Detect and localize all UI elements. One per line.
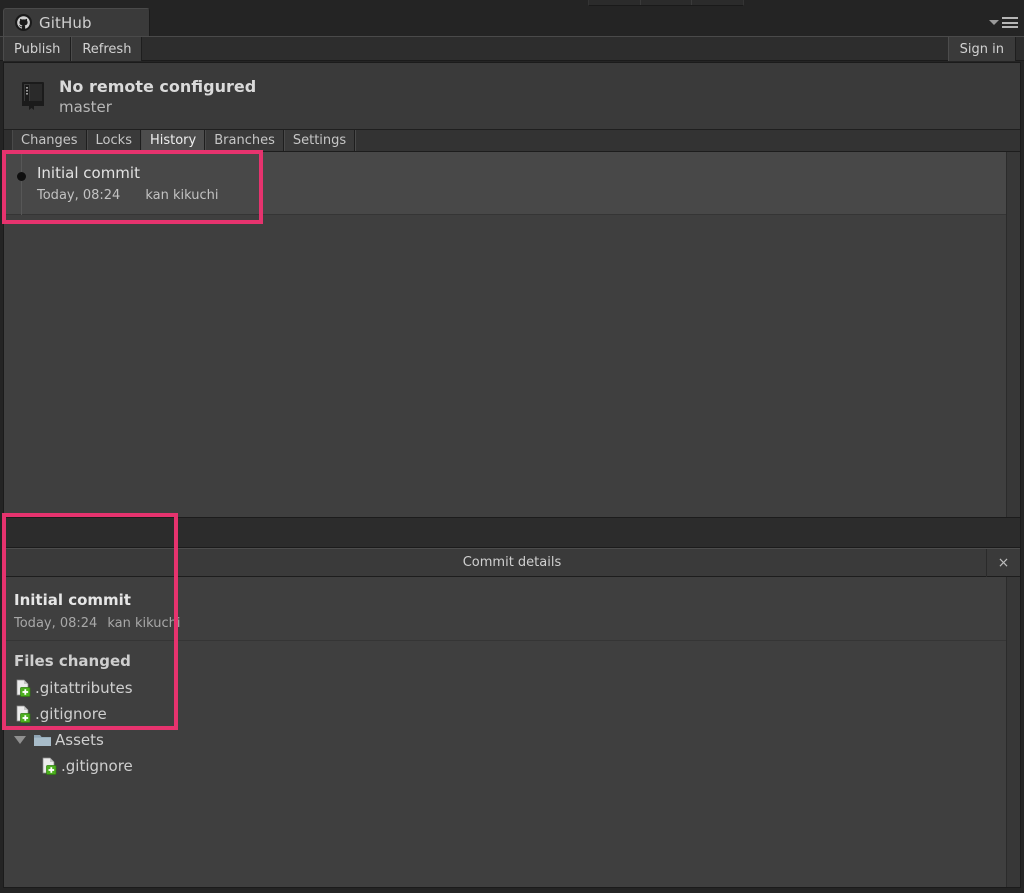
window-body: No remote configured master Changes Lock… bbox=[3, 62, 1021, 888]
commit-details-body: Initial commit Today, 08:24 kan kikuchi … bbox=[4, 577, 1020, 887]
repository-header: No remote configured master bbox=[4, 63, 1020, 130]
tab-locks[interactable]: Locks bbox=[86, 130, 141, 151]
history-commit-list[interactable]: Initial commit Today, 08:24 kan kikuchi bbox=[4, 152, 1020, 517]
title-bar: GitHub bbox=[0, 8, 1024, 36]
commit-graph-dot bbox=[17, 172, 26, 181]
clipped-toolbar-stub bbox=[588, 0, 744, 6]
commit-details-meta: Initial commit Today, 08:24 kan kikuchi bbox=[4, 577, 1020, 641]
file-added-icon bbox=[16, 705, 31, 723]
file-list-item[interactable]: .gitattributes bbox=[14, 675, 1020, 701]
folder-list-item[interactable]: Assets bbox=[14, 727, 1020, 753]
clipped-toolbar-cell bbox=[589, 0, 641, 5]
refresh-button[interactable]: Refresh bbox=[71, 37, 143, 61]
clipped-toolbar-cell bbox=[641, 0, 693, 5]
tab-history[interactable]: History bbox=[140, 130, 206, 151]
commit-list-item[interactable]: Initial commit Today, 08:24 kan kikuchi bbox=[4, 152, 1020, 215]
history-empty-area bbox=[4, 215, 1020, 515]
action-bar-spacer bbox=[142, 37, 947, 60]
commit-details-title: Commit details bbox=[462, 555, 562, 570]
commit-summary: Initial commit bbox=[37, 164, 140, 182]
file-name: .gitattributes bbox=[35, 679, 133, 697]
details-commit-date: Today, 08:24 bbox=[14, 616, 98, 631]
publish-button[interactable]: Publish bbox=[3, 37, 72, 61]
current-branch-label: master bbox=[59, 97, 112, 116]
files-changed-title: Files changed bbox=[14, 652, 131, 670]
commit-graph-line bbox=[21, 152, 22, 215]
tab-strip-filler bbox=[355, 130, 1020, 151]
github-mark-icon bbox=[15, 14, 32, 31]
action-bar: Publish Refresh Sign in bbox=[0, 36, 1024, 61]
commit-meta: Today, 08:24 kan kikuchi bbox=[37, 188, 218, 203]
commit-date: Today, 08:24 bbox=[37, 188, 121, 203]
chevron-expanded-icon[interactable] bbox=[14, 736, 26, 744]
details-commit-summary: Initial commit bbox=[14, 591, 131, 609]
files-changed-section: Files changed .gitattributes .gitignore … bbox=[4, 641, 1020, 779]
github-desktop-window: GitHub Publish Refresh Sign in No remote… bbox=[0, 0, 1024, 893]
file-name: .gitignore bbox=[35, 705, 107, 723]
window-controls bbox=[989, 17, 1018, 28]
commit-author: kan kikuchi bbox=[145, 188, 219, 203]
folder-name: Assets bbox=[55, 731, 104, 749]
file-list-item[interactable]: .gitignore bbox=[14, 753, 1020, 779]
clipped-toolbar-cell bbox=[692, 0, 743, 5]
tab-changes[interactable]: Changes bbox=[12, 130, 87, 151]
commit-details-scrollbar[interactable] bbox=[1006, 577, 1020, 887]
file-name: .gitignore bbox=[61, 757, 133, 775]
app-tab-github[interactable]: GitHub bbox=[3, 8, 150, 36]
repository-title: No remote configured bbox=[59, 76, 257, 96]
panel-splitter[interactable] bbox=[4, 517, 1020, 548]
details-commit-author: kan kikuchi bbox=[107, 616, 181, 631]
folder-icon bbox=[34, 735, 51, 746]
details-commit-meta-line: Today, 08:24 kan kikuchi bbox=[14, 616, 1020, 631]
tab-branches[interactable]: Branches bbox=[205, 130, 284, 151]
tab-settings[interactable]: Settings bbox=[283, 130, 356, 151]
tab-strip: Changes Locks History Branches Settings bbox=[4, 130, 1020, 152]
sign-in-button[interactable]: Sign in bbox=[947, 37, 1016, 61]
commit-details-header: Commit details × bbox=[4, 548, 1020, 577]
close-icon[interactable]: × bbox=[986, 549, 1020, 577]
repository-book-icon bbox=[22, 82, 44, 110]
file-list-item[interactable]: .gitignore bbox=[14, 701, 1020, 727]
chevron-down-icon[interactable] bbox=[989, 20, 999, 25]
file-added-icon bbox=[42, 757, 57, 775]
repository-text: No remote configured master bbox=[59, 77, 256, 116]
file-added-icon bbox=[16, 679, 31, 697]
hamburger-menu-icon[interactable] bbox=[1002, 17, 1018, 28]
app-tab-label: GitHub bbox=[39, 13, 92, 32]
history-scrollbar[interactable] bbox=[1006, 152, 1020, 517]
